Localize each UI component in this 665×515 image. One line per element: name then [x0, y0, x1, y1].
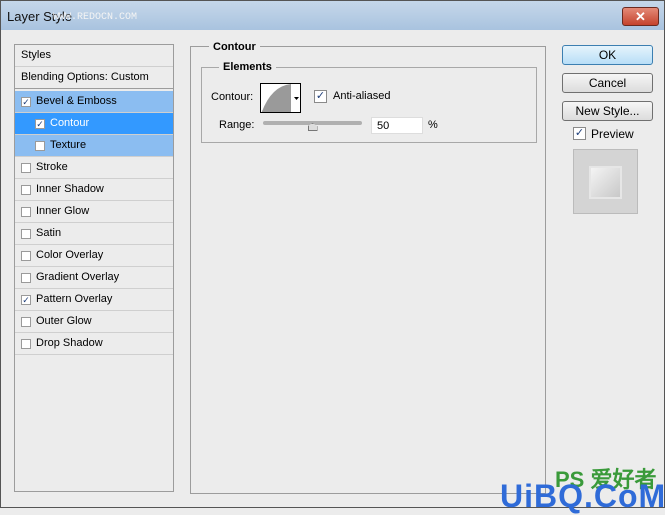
style-item-label: Gradient Overlay: [36, 271, 120, 283]
style-item-label: Satin: [36, 227, 62, 239]
preview-thumbnail: [573, 149, 638, 214]
style-item-drop-shadow[interactable]: Drop Shadow: [15, 333, 173, 355]
anti-aliased-label: Anti-aliased: [333, 90, 391, 102]
style-checkbox[interactable]: ✓: [35, 119, 45, 129]
contour-picker[interactable]: [260, 83, 301, 113]
blending-options[interactable]: Blending Options: Custom: [15, 67, 173, 89]
style-item-texture[interactable]: Texture: [15, 135, 173, 157]
style-item-label: Drop Shadow: [36, 337, 103, 349]
range-label: Range:: [219, 119, 255, 131]
style-item-pattern-overlay[interactable]: ✓ Pattern Overlay: [15, 289, 173, 311]
cancel-button[interactable]: Cancel: [562, 73, 653, 93]
style-item-inner-shadow[interactable]: Inner Shadow: [15, 179, 173, 201]
style-item-contour[interactable]: ✓ Contour: [15, 113, 173, 135]
ok-button[interactable]: OK: [562, 45, 653, 65]
style-item-color-overlay[interactable]: Color Overlay: [15, 245, 173, 267]
elements-group-title: Elements: [219, 61, 276, 73]
style-item-label: Contour: [50, 117, 90, 129]
style-item-outer-glow[interactable]: Outer Glow: [15, 311, 173, 333]
anti-aliased-checkbox[interactable]: ✓: [314, 90, 327, 103]
style-item-stroke[interactable]: Stroke: [15, 157, 173, 179]
style-item-gradient-overlay[interactable]: Gradient Overlay: [15, 267, 173, 289]
contour-panel: Contour Elements Contour: ✓ Anti-aliased…: [190, 41, 546, 494]
blending-options-label: Blending Options: Custom: [21, 71, 149, 83]
style-checkbox[interactable]: [21, 339, 31, 349]
style-checkbox[interactable]: [21, 229, 31, 239]
style-checkbox[interactable]: [21, 317, 31, 327]
style-checkbox[interactable]: ✓: [21, 97, 31, 107]
style-item-label: Inner Shadow: [36, 183, 104, 195]
style-item-inner-glow[interactable]: Inner Glow: [15, 201, 173, 223]
uibq-watermark: UiBQ.CoM: [500, 478, 665, 514]
watermark-text: WWW.REDOCN.COM: [53, 12, 138, 23]
styles-list: Styles Blending Options: Custom ✓ Bevel &…: [14, 44, 174, 492]
range-unit: %: [428, 119, 438, 131]
style-item-label: Pattern Overlay: [36, 293, 113, 305]
styles-header-label: Styles: [21, 49, 51, 61]
contour-curve-icon: [261, 84, 299, 112]
style-item-label: Stroke: [36, 161, 68, 173]
styles-header[interactable]: Styles: [15, 45, 173, 67]
style-item-label: Texture: [50, 139, 87, 151]
style-item-satin[interactable]: Satin: [15, 223, 173, 245]
new-style-button[interactable]: New Style...: [562, 101, 653, 121]
style-checkbox[interactable]: [21, 273, 31, 283]
range-input[interactable]: 50: [371, 117, 423, 134]
range-slider[interactable]: [263, 121, 362, 131]
style-item-label: Bevel & Emboss: [36, 95, 117, 107]
preview-checkbox[interactable]: ✓: [573, 127, 586, 140]
range-slider-thumb[interactable]: [307, 123, 318, 131]
style-checkbox[interactable]: ✓: [21, 295, 31, 305]
style-checkbox[interactable]: [35, 141, 45, 151]
style-checkbox[interactable]: [21, 251, 31, 261]
style-checkbox[interactable]: [21, 185, 31, 195]
title-bar: Layer Style WWW.REDOCN.COM ✕: [0, 0, 665, 30]
style-checkbox[interactable]: [21, 163, 31, 173]
close-button[interactable]: ✕: [622, 7, 659, 26]
style-item-bevel-emboss[interactable]: ✓ Bevel & Emboss: [15, 91, 173, 113]
style-checkbox[interactable]: [21, 207, 31, 217]
style-item-label: Color Overlay: [36, 249, 104, 261]
contour-label: Contour:: [211, 91, 254, 103]
preview-label: Preview: [591, 127, 634, 141]
style-item-label: Inner Glow: [36, 205, 90, 217]
style-item-label: Outer Glow: [36, 315, 92, 327]
elements-group: Elements Contour: ✓ Anti-aliased Range: …: [201, 61, 537, 143]
contour-group-title: Contour: [209, 41, 260, 53]
